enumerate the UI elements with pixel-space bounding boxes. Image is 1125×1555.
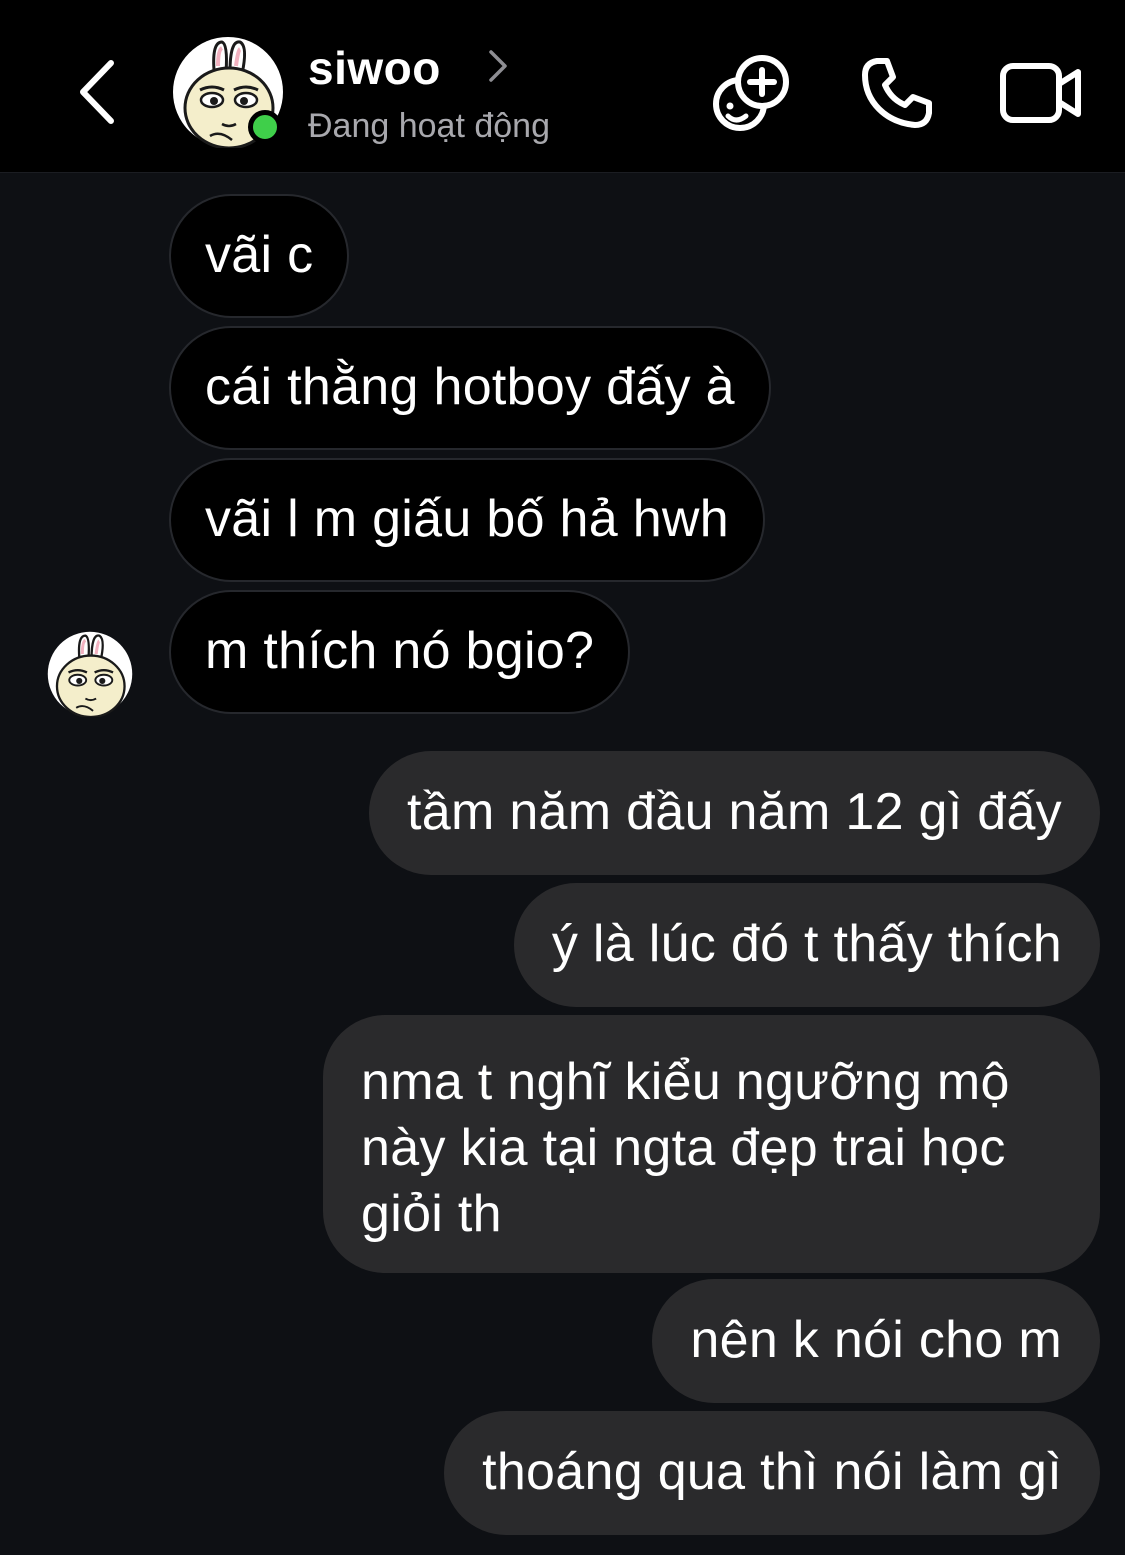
video-call-button[interactable] (996, 48, 1086, 138)
outgoing-message[interactable]: thoáng qua thì nói làm gì (444, 1411, 1100, 1535)
outgoing-message[interactable]: nên k nói cho m (652, 1279, 1100, 1403)
outgoing-message[interactable]: nma t nghĩ kiểu ngưỡng mộ này kia tại ng… (323, 1015, 1100, 1273)
incoming-message[interactable]: cái thằng hotboy đấy à (169, 326, 771, 450)
chevron-right-icon[interactable] (484, 46, 512, 86)
sender-avatar[interactable] (47, 631, 133, 717)
chevron-left-icon (80, 60, 114, 124)
incoming-message[interactable]: vãi l m giấu bố hả hwh (169, 458, 766, 582)
activity-status: Đang hoạt động (308, 107, 550, 145)
phone-icon (862, 58, 932, 128)
back-button[interactable] (62, 52, 132, 132)
effects-button[interactable] (706, 48, 796, 138)
online-status-dot (248, 110, 282, 144)
incoming-message[interactable]: vãi c (169, 194, 350, 318)
add-effect-icon (713, 55, 789, 131)
message-thread[interactable]: vãi c cái thằng hotboy đấy à vãi l m giấ… (0, 173, 1125, 1555)
outgoing-message[interactable]: ý là lúc đó t thấy thích (513, 883, 1100, 1007)
call-button[interactable] (852, 48, 942, 138)
video-camera-icon (1000, 63, 1081, 123)
chat-header: siwoo Đang hoạt động (0, 0, 1125, 173)
outgoing-message[interactable]: tầm năm đầu năm 12 gì đấy (369, 751, 1100, 875)
incoming-message[interactable]: m thích nó bgio? (169, 590, 631, 714)
contact-name[interactable]: siwoo (308, 38, 441, 98)
